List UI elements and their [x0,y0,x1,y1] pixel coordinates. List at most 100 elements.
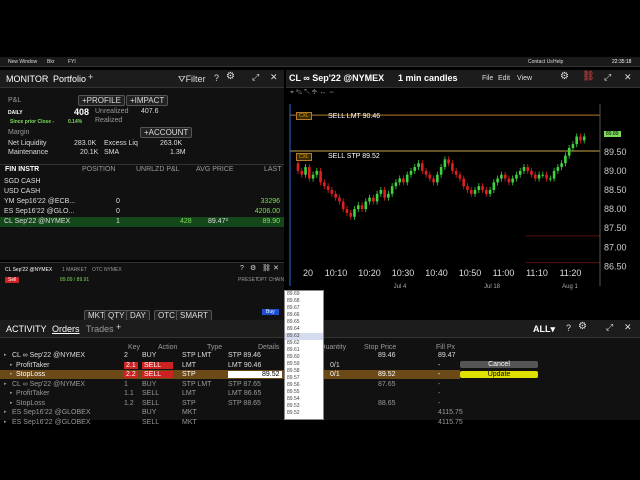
close-icon[interactable]: ✕ [273,264,279,272]
portfolio-row[interactable]: CL Sep'22 @NYMEX 1 428 89.47³ 89.90 [0,217,284,227]
gear-icon[interactable]: ⚙ [560,71,569,82]
ladder-price-item[interactable]: 89.57 [285,375,323,382]
order-row[interactable]: ProfitTaker 1.1 SELL LMT LMT 86.65 - ▸ [0,389,460,398]
ladder-price-item[interactable]: 89.52 [285,410,323,417]
portfolio-row[interactable]: YM Sep16'22 @ECB... 0 33296 [0,197,284,207]
menu-new-window[interactable]: New Window [8,59,37,65]
menu-view[interactable]: View [517,75,532,82]
contact-us-link[interactable]: Contact Us [528,59,553,65]
link-icon[interactable]: ⛓ [262,264,271,272]
ladder-price-item[interactable]: 89.58 [285,368,323,375]
gear-icon[interactable]: ⚙ [250,264,256,272]
col-action[interactable]: Action [158,344,177,351]
profile-button[interactable]: +PROFILE [78,95,125,106]
portfolio-row[interactable]: ES Sep16'22 @GLO... 0 4206.00 [0,207,284,217]
order-row[interactable]: ProfitTaker 2.1 SELL LMT LMT 90.46 0/1 - ▸ [0,361,460,370]
ladder-price-item[interactable]: 89.62 [285,340,323,347]
gear-icon[interactable]: ⚙ [578,321,587,332]
account-button[interactable]: +ACCOUNT [140,127,193,138]
update-button[interactable]: Update [460,371,538,378]
order-row[interactable]: CL ∞ Sep'22 @NYMEX 2 BUY STP LMT STP 89.46 89… [0,351,460,360]
ladder-price-item[interactable]: 89.69 [285,291,323,298]
col-last[interactable]: LAST [264,166,282,173]
expand-row-icon[interactable]: ▸ [4,381,7,387]
order-row[interactable]: ES Sep16'22 @GLOBEX BUY MKT 4115.75 ▸ [0,408,463,417]
close-icon[interactable]: ✕ [624,72,632,83]
order-row[interactable]: StopLoss 2.2 SELL STP 89.52 0/1 89.52 - ▸ [0,370,460,379]
ladder-price-item[interactable]: 89.56 [285,382,323,389]
chart-toolbar[interactable]: ⌖ ✎ ↖ ✥ ↔ ⇔ [290,89,335,97]
col-fin-instr[interactable]: FIN INSTR [5,166,39,173]
cancel-button[interactable]: Cancel [460,361,538,368]
expand-row-icon[interactable]: ▸ [4,352,7,358]
price-ladder-dropdown[interactable]: 89.69 89.68 89.67 89.66 89.65 89.64 89.63 89.62… [284,290,324,420]
ladder-price-item[interactable]: 89.68 [285,298,323,305]
order-type: STP [182,371,196,378]
filter-button[interactable]: ⛛Filter [178,74,206,85]
impact-button[interactable]: +IMPACT [126,95,169,106]
preset-label[interactable]: PRESET [238,277,258,283]
col-unrlzd-pnl[interactable]: UNRLZD P&L [136,166,180,173]
col-key[interactable]: Key [128,344,140,351]
ladder-price-item[interactable]: 89.59 [285,361,323,368]
candlestick-chart[interactable]: 89.50 89.00 88.50 88.00 87.50 87.00 86.50 20 10:… [286,100,640,294]
cxl-button[interactable]: CXL [296,112,312,120]
ladder-price-item[interactable]: 89.65 [285,319,323,326]
ladder-price-item[interactable]: 89.66 [285,312,323,319]
menu-file[interactable]: File [482,75,493,82]
expand-icon[interactable]: ⤢ [604,72,611,83]
col-fill-px[interactable]: Fill Px [436,344,455,351]
order-instr: ProfitTaker [16,361,50,369]
col-avg-price[interactable]: AVG PRICE [196,166,234,173]
menu-fyi[interactable]: FYI [68,59,76,65]
sell-lmt-label: SELL LMT 90.46 [328,113,381,120]
ladder-price-item[interactable]: 89.61 [285,347,323,354]
link-icon[interactable]: ⛓ [582,71,595,82]
expand-icon[interactable]: ⤢ [606,322,613,333]
tab-portfolio[interactable]: Portfolio [53,74,86,84]
opt-chain-label[interactable]: OPT CHAIN [257,277,284,283]
candle-body [496,178,499,183]
menu-edit[interactable]: Edit [498,75,510,82]
gear-icon[interactable]: ⚙ [226,71,235,82]
expand-row-icon[interactable]: ▸ [4,419,7,425]
expand-row-icon[interactable]: ▸ [4,409,7,415]
ladder-price-item[interactable]: 89.54 [285,396,323,403]
close-icon[interactable]: ✕ [270,72,278,83]
expand-icon[interactable]: ⤢ [252,72,259,83]
expand-row-icon[interactable]: ▸ [10,390,13,396]
order-row[interactable]: StopLoss 1.2 SELL STP STP 88.65 88.65 - ▸ [0,399,460,408]
add-tab-icon[interactable]: + [88,72,93,82]
portfolio-row[interactable]: SGD CASH [0,177,284,187]
order-row[interactable]: CL ∞ Sep'22 @NYMEX 1 BUY STP LMT STP 87.65 87… [0,380,460,389]
ladder-price-item[interactable]: 89.55 [285,389,323,396]
tab-trades[interactable]: Trades [86,324,114,334]
ladder-price-item[interactable]: 89.64 [285,326,323,333]
filter-all-dropdown[interactable]: ALL▾ [533,324,555,335]
ladder-price-item[interactable]: 89.60 [285,354,323,361]
order-row[interactable]: ES Sep16'22 @GLOBEX SELL MKT 4115.75 ▸ [0,418,463,427]
help-icon[interactable]: ? [240,265,244,272]
ladder-price-item[interactable]: 89.63 [285,333,323,340]
buy-button[interactable]: Buy [262,309,279,315]
sell-button[interactable]: Sell [5,277,20,283]
close-icon[interactable]: ✕ [624,322,632,333]
expand-row-icon[interactable]: ▸ [10,362,13,368]
ladder-price-item[interactable]: 89.53 [285,403,323,410]
ladder-price-item[interactable]: 89.67 [285,305,323,312]
col-position[interactable]: POSITION [82,166,115,173]
menu-bkr[interactable]: Bkr [47,59,55,65]
col-type[interactable]: Type [207,344,222,351]
add-tab-icon[interactable]: + [116,322,121,332]
chart-interval[interactable]: 1 min candles [398,73,458,83]
help-icon[interactable]: ? [214,73,219,83]
expand-row-icon[interactable]: ▸ [10,371,13,377]
tab-orders[interactable]: Orders [52,324,80,334]
help-icon[interactable]: ? [566,323,571,333]
portfolio-row[interactable]: USD CASH [0,187,284,197]
col-details[interactable]: Details [258,344,279,351]
col-stop-price[interactable]: Stop Price [364,344,396,351]
help-link[interactable]: Help [553,59,563,65]
cxl-button[interactable]: CXL [296,153,312,161]
expand-row-icon[interactable]: ▸ [10,400,13,406]
